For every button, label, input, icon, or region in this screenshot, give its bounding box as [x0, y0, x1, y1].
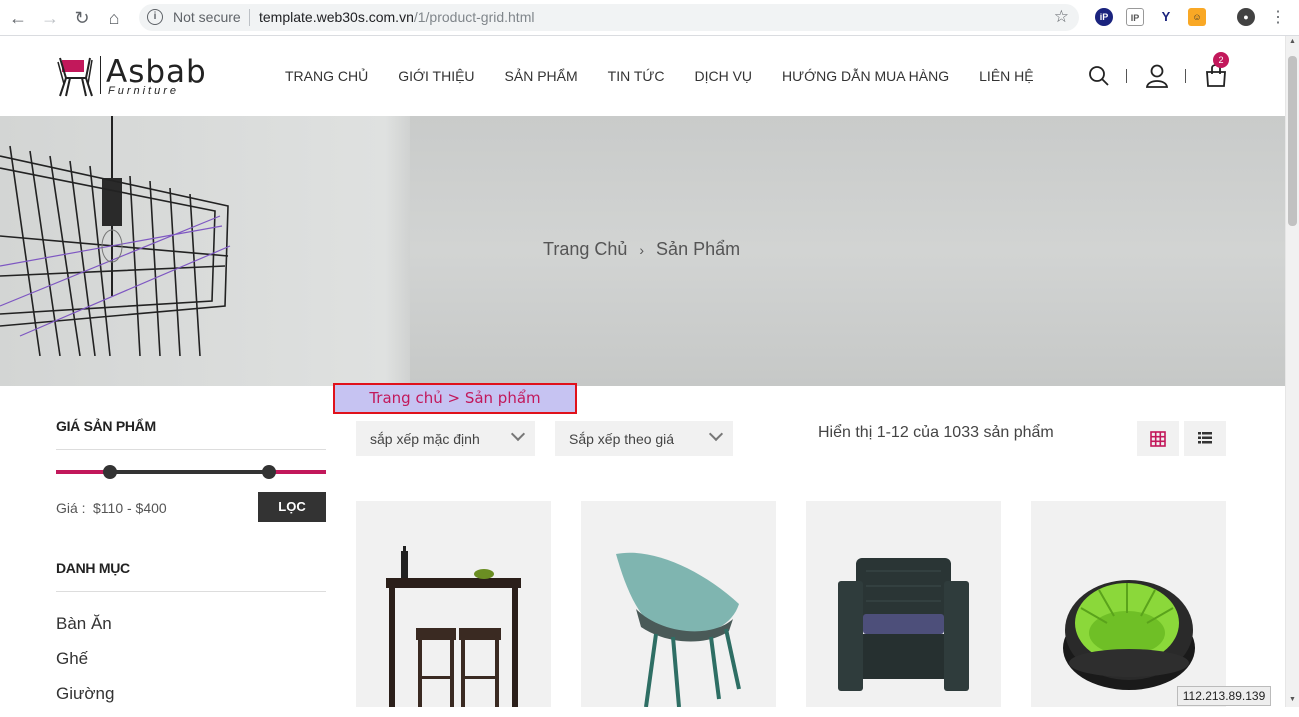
price-filter-title: GIÁ SẢN PHẨM [56, 418, 156, 434]
logo-divider [100, 56, 101, 94]
slider-min-handle[interactable] [103, 465, 117, 479]
divider [56, 449, 326, 450]
nav-services[interactable]: DỊCH VỤ [694, 68, 752, 84]
header-icons: 2 [1085, 52, 1235, 92]
hero-breadcrumb: Trang Chủ › Sản Phẩm [543, 239, 740, 260]
forward-icon[interactable]: → [38, 6, 62, 30]
category-item-bed[interactable]: Giường [56, 682, 326, 717]
nav-products[interactable]: SẢN PHẨM [505, 68, 578, 84]
price-range-slider[interactable] [56, 464, 326, 480]
hero-breadcrumb-current: Sản Phẩm [656, 239, 741, 259]
profile-avatar[interactable]: ● [1237, 8, 1255, 26]
sidebar: GIÁ SẢN PHẨM Giá : $110 - $400 LỌC DANH … [56, 418, 326, 717]
result-count: Hiển thị 1-12 của 1033 sản phẩm [818, 424, 1054, 441]
teal-chair-image [616, 552, 741, 707]
address-bar[interactable]: i Not secure template.web30s.com.vn/1/pr… [139, 4, 1079, 31]
chevron-down-icon [708, 426, 724, 442]
icon-divider [1126, 69, 1127, 83]
info-icon[interactable]: i [147, 9, 163, 25]
nav-contact[interactable]: LIÊN HỆ [979, 68, 1033, 84]
browser-menu-icon[interactable]: ⋮ [1266, 6, 1290, 30]
hero-breadcrumb-home[interactable]: Trang Chủ [543, 239, 627, 259]
category-item-dining-table[interactable]: Bàn Ăn [56, 612, 326, 647]
category-title: DANH MỤC [56, 560, 130, 576]
wicker-armchair-image [838, 558, 969, 691]
breadcrumb-separator: › [639, 242, 645, 258]
scroll-up-arrow-icon[interactable]: ▲ [1289, 38, 1296, 45]
price-label: Giá : [56, 500, 86, 516]
site-header: Asbab Furniture TRANG CHỦ GIỚI THIỆU SẢN… [0, 36, 1285, 116]
product-card[interactable] [1031, 501, 1226, 707]
grid-view-button[interactable] [1137, 421, 1179, 456]
list-icon [1198, 432, 1212, 444]
nav-about[interactable]: GIỚI THIỆU [398, 68, 474, 84]
browser-toolbar: ← → ↻ ⌂ i Not secure template.web30s.com… [0, 0, 1299, 36]
icon-divider [1185, 69, 1186, 83]
url-path: /1/product-grid.html [413, 9, 535, 25]
home-icon[interactable]: ⌂ [102, 6, 126, 30]
ip-tools-extension-icon[interactable]: IP [1126, 8, 1144, 26]
grid-icon [1150, 431, 1166, 447]
overlay-breadcrumb: Trang chủ > Sản phẩm [333, 383, 577, 414]
logo-subtitle: Furniture [108, 85, 180, 97]
chevron-down-icon [510, 426, 526, 442]
slider-max-handle[interactable] [262, 465, 276, 479]
pendant-lamp-illustration [0, 116, 231, 356]
sort-default-value: sắp xếp mặc định [370, 431, 480, 447]
nav-home[interactable]: TRANG CHỦ [285, 68, 368, 84]
scroll-down-arrow-icon[interactable]: ▼ [1289, 696, 1296, 703]
search-icon[interactable] [1088, 65, 1110, 87]
scroll-thumb[interactable] [1288, 56, 1297, 226]
category-item-chair[interactable]: Ghế [56, 647, 326, 682]
sort-price-select[interactable]: Sắp xếp theo giá [555, 421, 733, 456]
hero-wall [410, 116, 1285, 386]
bar-table-set-image [386, 546, 521, 707]
ip-address-tag: 112.213.89.139 [1177, 686, 1271, 706]
vpn-extension-icon[interactable]: Y [1157, 8, 1175, 26]
omnibox-divider [249, 9, 250, 26]
main-nav: TRANG CHỦ GIỚI THIỆU SẢN PHẨM TIN TỨC DỊ… [285, 68, 1064, 84]
product-card[interactable] [356, 501, 551, 707]
extension-icon[interactable]: ☺ [1188, 8, 1206, 26]
user-icon[interactable] [1146, 64, 1168, 88]
hero-banner: Trang Chủ › Sản Phẩm [0, 116, 1285, 386]
chair-logo-icon [57, 57, 93, 97]
cart-count-badge: 2 [1213, 52, 1229, 68]
slider-selected-range [110, 470, 269, 474]
page-scrollbar[interactable]: ▲ ▼ [1285, 36, 1299, 707]
url-text[interactable]: template.web30s.com.vn/1/product-grid.ht… [259, 9, 534, 25]
list-view-button[interactable] [1184, 421, 1226, 456]
url-host: template.web30s.com.vn [259, 9, 414, 25]
site-logo[interactable]: Asbab Furniture [56, 54, 206, 100]
sort-default-select[interactable]: sắp xếp mặc định [356, 421, 535, 456]
product-card[interactable] [581, 501, 776, 707]
ip-extension-icon[interactable]: iP [1095, 8, 1113, 26]
bookmark-star-icon[interactable]: ☆ [1054, 7, 1069, 27]
sort-price-value: Sắp xếp theo giá [569, 431, 675, 447]
inflatable-chair-image [1063, 580, 1195, 690]
category-list: Bàn Ăn Ghế Giường [56, 612, 326, 717]
product-card[interactable] [806, 501, 1001, 707]
nav-shopping-guide[interactable]: HƯỚNG DẪN MUA HÀNG [782, 68, 949, 84]
filter-button[interactable]: LỌC [258, 492, 326, 522]
not-secure-label: Not secure [173, 9, 241, 25]
back-icon[interactable]: ← [6, 6, 30, 30]
price-row: Giá : $110 - $400 LỌC [56, 492, 326, 522]
reload-icon[interactable]: ↻ [70, 6, 94, 30]
divider [56, 591, 326, 592]
nav-news[interactable]: TIN TỨC [608, 68, 665, 84]
price-value: $110 - $400 [93, 500, 167, 516]
